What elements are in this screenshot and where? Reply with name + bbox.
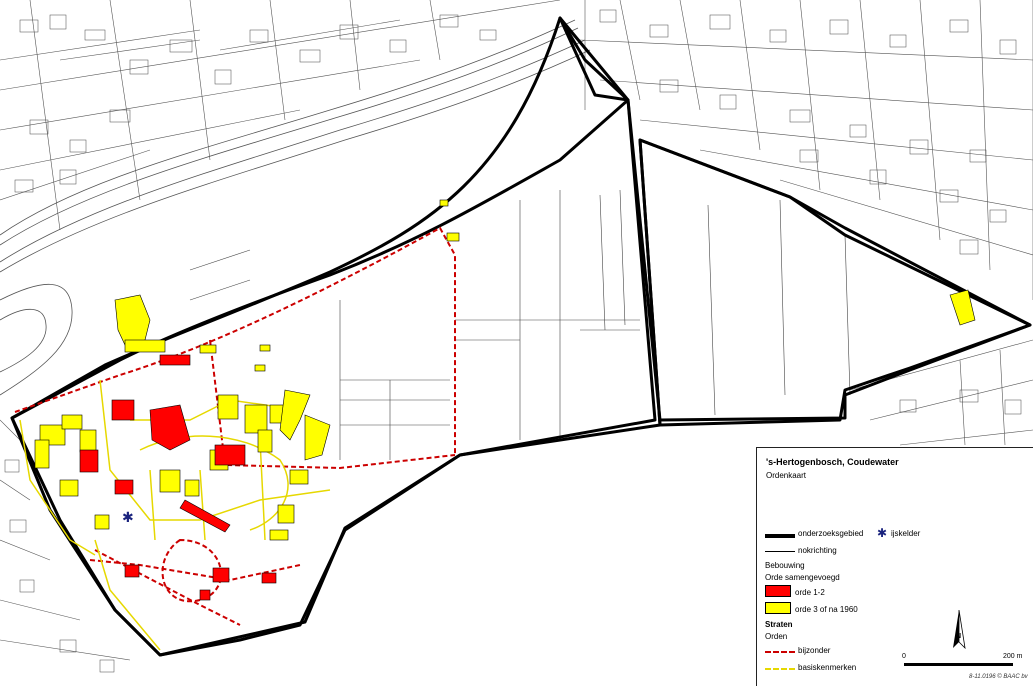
legend-title: 's-Hertogenbosch, Coudewater (766, 457, 899, 467)
legend-buildings-header: Bebouwing (765, 561, 805, 570)
legend-streets-sub: Orden (765, 632, 788, 641)
north-arrow-icon (953, 609, 966, 650)
legend-ice-cellar-label: ijskelder (891, 529, 921, 538)
legend-order-3-label: orde 3 of na 1960 (795, 605, 858, 614)
order-3-swatch (765, 602, 791, 614)
ice-cellar-icon: ✱ (122, 510, 134, 526)
map-legend: 's-Hertogenbosch, Coudewater Ordenkaart … (756, 447, 1033, 686)
legend-streets-header: Straten (765, 620, 793, 629)
boundary-symbol (765, 534, 795, 538)
order-1-2-swatch (765, 585, 791, 597)
street-special-symbol (765, 651, 795, 653)
legend-ridge-label: nokrichting (798, 546, 837, 555)
legend-boundary-label: onderzoeksgebied (798, 529, 864, 538)
scale-bar (904, 663, 1013, 666)
scale-end-label: 200 m (1003, 653, 1023, 660)
legend-order-1-2-label: orde 1-2 (795, 588, 825, 597)
street-basic-symbol (765, 668, 795, 670)
study-area-outline (10, 16, 657, 657)
map-credit: 8-11.0196 © BAAC bv (969, 674, 1028, 680)
study-area-east (638, 138, 1032, 427)
legend-street-basic-label: basiskenmerken (798, 663, 857, 672)
legend-street-special-label: bijzonder (798, 646, 831, 655)
north-label: N (956, 633, 962, 640)
scale-start-label: 0 (902, 653, 906, 660)
legend-buildings-sub: Orde samengevoegd (765, 573, 840, 582)
legend-subtitle: Ordenkaart (766, 471, 807, 480)
ice-cellar-legend-icon: ✱ (877, 526, 888, 540)
ridge-symbol (765, 551, 795, 552)
